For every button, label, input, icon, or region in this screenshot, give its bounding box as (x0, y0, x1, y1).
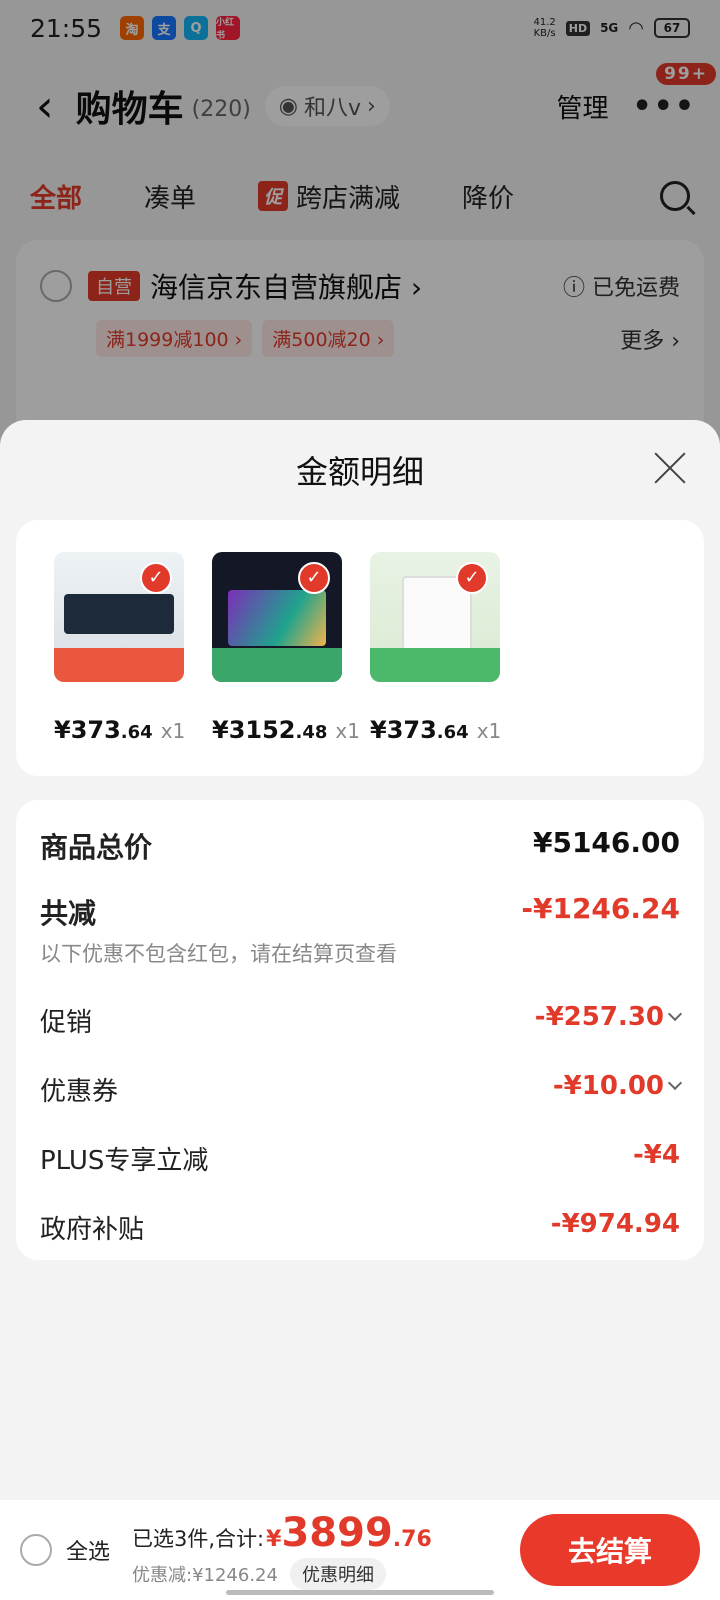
reduce-section: 共减 -¥1246.24 以下优惠不包含红包，请在结算页查看 (40, 892, 680, 968)
gov-subsidy-label: 政府补贴 (40, 1215, 145, 1245)
chevron-down-icon (667, 1006, 683, 1022)
total-reduce-value: -¥1246.24 (521, 892, 680, 925)
select-all-label[interactable]: 全选 (66, 1534, 110, 1566)
discount-detail-button[interactable]: 优惠明细 (289, 1558, 386, 1590)
select-all-checkbox[interactable] (20, 1534, 52, 1566)
close-icon[interactable] (652, 450, 688, 486)
goods-price: ¥373.64 x1 (370, 716, 502, 744)
coupon-value: -¥10.00 (552, 1071, 664, 1101)
goods-item[interactable]: ✓ ¥3152.48 x1 (212, 552, 360, 776)
plus-discount-label: PLUS专享立减 (40, 1146, 209, 1176)
thumbnail-banner (212, 648, 342, 682)
amount-detail-card: 商品总价 ¥5146.00 共减 -¥1246.24 以下优惠不包含红包，请在结… (16, 800, 704, 1260)
selected-count-text: 已选3件,合计: (132, 1527, 265, 1551)
sheet-header: 金额明细 (0, 420, 720, 520)
thumbnail-banner (370, 648, 500, 682)
product-thumbnail: ✓ (370, 552, 500, 682)
goods-item[interactable]: ✓ ¥373.64 x1 (370, 552, 502, 776)
reduce-note: 以下优惠不包含红包，请在结算页查看 (40, 942, 397, 966)
checkout-bar: 全选 已选3件,合计: ¥3899.76 优惠减:¥1246.24 优惠明细 去… (0, 1500, 720, 1600)
checkmark-icon: ✓ (456, 562, 488, 594)
stove-illustration (64, 594, 174, 634)
checkout-button[interactable]: 去结算 (520, 1514, 700, 1586)
promotion-value: -¥257.30 (534, 1002, 664, 1032)
total-amount: ¥3899.76 (266, 1510, 432, 1556)
plus-discount-value: -¥4 (633, 1140, 680, 1170)
chevron-down-icon (667, 1075, 683, 1091)
checkmark-icon: ✓ (140, 562, 172, 594)
order-summary: 已选3件,合计: ¥3899.76 优惠减:¥1246.24 优惠明细 (132, 1510, 432, 1590)
sheet-title: 金额明细 (295, 453, 424, 491)
amount-detail-sheet: 金额明细 ✓ ¥373.64 x1 ✓ ¥3152.48 x1 ✓ ¥373.6… (0, 420, 720, 1500)
total-reduce-label: 共减 (40, 897, 97, 930)
total-price-value: ¥5146.00 (532, 826, 680, 859)
tv-illustration (228, 590, 326, 646)
goods-price: ¥3152.48 x1 (212, 716, 360, 744)
total-price-label: 商品总价 (40, 831, 153, 864)
discount-summary: 优惠减:¥1246.24 (132, 1565, 278, 1586)
coupon-row[interactable]: 优惠券 -¥10.00 (40, 1071, 683, 1108)
product-thumbnail: ✓ (54, 552, 184, 682)
promotion-row[interactable]: 促销 -¥257.30 (40, 1002, 683, 1039)
gov-subsidy-row: 政府补贴 -¥974.94 (40, 1209, 680, 1246)
checkmark-icon: ✓ (298, 562, 330, 594)
plus-discount-row: PLUS专享立减 -¥4 (40, 1140, 680, 1177)
goods-item[interactable]: ✓ ¥373.64 x1 (54, 552, 186, 776)
thumbnail-banner (54, 648, 184, 682)
home-indicator[interactable] (226, 1590, 494, 1595)
goods-list: ✓ ¥373.64 x1 ✓ ¥3152.48 x1 ✓ ¥373.64 x1 (16, 520, 704, 776)
goods-price: ¥373.64 x1 (54, 716, 186, 744)
coupon-label: 优惠券 (40, 1077, 119, 1107)
total-price-row: 商品总价 ¥5146.00 (40, 826, 680, 866)
product-thumbnail: ✓ (212, 552, 342, 682)
gov-subsidy-value: -¥974.94 (550, 1209, 680, 1239)
promotion-label: 促销 (40, 1008, 93, 1038)
